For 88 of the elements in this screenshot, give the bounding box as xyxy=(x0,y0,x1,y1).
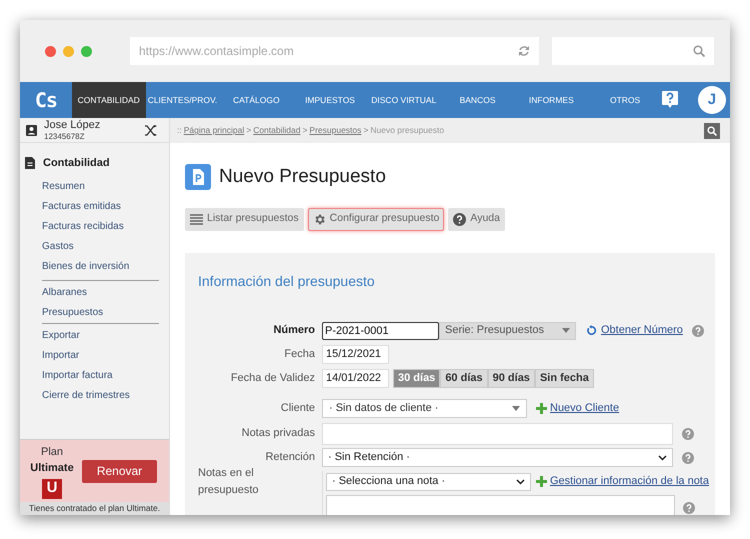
toolbar-button[interactable]: Configurar presupuesto xyxy=(308,208,444,230)
validity-option[interactable]: 90 días xyxy=(488,369,535,388)
sidebar-link[interactable]: Importar factura xyxy=(42,368,113,383)
user-id: 12345678Z xyxy=(44,132,86,140)
help-icon[interactable] xyxy=(662,91,678,109)
retention-select[interactable]: · Sin Retención · xyxy=(322,448,673,467)
nav-tab[interactable]: CLIENTES/PROV. xyxy=(146,82,220,118)
nav-tab[interactable]: CONTABILIDAD xyxy=(72,82,146,118)
breadcrumb-separator: > xyxy=(246,124,252,137)
sidebar-link[interactable]: Bienes de inversión xyxy=(42,259,130,274)
search-icon xyxy=(693,45,705,57)
document-icon xyxy=(25,157,35,170)
chevron-icon xyxy=(658,454,667,460)
breadcrumb-link[interactable]: Contabilidad xyxy=(253,124,300,137)
help-icon[interactable] xyxy=(682,428,694,440)
nav-tab[interactable]: OTROS xyxy=(588,82,662,118)
sidebar-link[interactable]: Gastos xyxy=(42,239,74,254)
new-client-link[interactable]: Nuevo Cliente xyxy=(550,400,620,417)
sidebar-link[interactable]: Resumen xyxy=(42,179,85,194)
breadcrumb-prefix: :: xyxy=(177,124,182,137)
user-name: Jose López xyxy=(44,120,100,130)
nav-tab[interactable]: INFORMES xyxy=(514,82,588,118)
search-button[interactable] xyxy=(704,122,720,138)
nav-tab[interactable]: DISCO VIRTUAL xyxy=(366,82,441,118)
renew-button[interactable]: Renovar xyxy=(82,460,157,482)
shuffle-icon[interactable] xyxy=(145,124,157,136)
manage-note-link[interactable]: Gestionar información de la nota xyxy=(550,473,709,490)
help-icon[interactable] xyxy=(692,324,704,336)
logo[interactable]: Cs xyxy=(34,85,57,115)
nav-tab[interactable]: CATÁLOGO xyxy=(219,82,294,118)
field-label: Cliente xyxy=(280,401,315,416)
page-title: Nuevo Presupuesto xyxy=(219,165,386,189)
help-icon xyxy=(453,212,466,226)
validity-option[interactable]: 60 días xyxy=(440,369,488,388)
breadcrumb-current: Nuevo presupuesto xyxy=(370,124,444,137)
toolbar-button[interactable]: Ayuda xyxy=(448,208,505,230)
field-label: Número xyxy=(273,323,315,338)
field-label: Fecha de Validez xyxy=(230,371,315,386)
sidebar-link[interactable]: Presupuestos xyxy=(42,305,104,320)
note-textarea[interactable] xyxy=(326,494,675,515)
client-select[interactable]: · Sin datos de cliente · xyxy=(322,399,527,418)
section-title: Contabilidad xyxy=(43,156,110,171)
date-input[interactable]: 14/01/2022 xyxy=(322,369,389,388)
sidebar-link[interactable]: Importar xyxy=(42,348,80,363)
sidebar-link[interactable]: Albaranes xyxy=(42,285,88,300)
plan-note: Tienes contratado el plan Ultimate. xyxy=(20,502,169,515)
obtain-number-link[interactable]: Obtener Número xyxy=(601,322,683,339)
sidebar-link[interactable]: Cierre de trimestres xyxy=(42,388,130,403)
sidebar-link[interactable]: Facturas emitidas xyxy=(42,199,121,214)
breadcrumb-separator: > xyxy=(363,124,368,137)
user-icon xyxy=(26,124,37,136)
plan-badge: U xyxy=(42,478,62,498)
chevron-icon xyxy=(516,478,525,484)
settings-icon xyxy=(312,212,326,226)
help-icon[interactable] xyxy=(683,502,695,514)
breadcrumb-link[interactable]: Presupuestos xyxy=(309,124,362,137)
toolbar-button[interactable]: Listar presupuestos xyxy=(185,208,304,230)
sidebar-link[interactable]: Facturas recibidas xyxy=(42,219,124,234)
plan-label: Plan xyxy=(40,444,64,460)
sidebar-link[interactable]: Exportar xyxy=(42,328,80,343)
series-select[interactable]: Serie: Presupuestos xyxy=(439,322,576,340)
validity-option[interactable]: Sin fecha xyxy=(534,369,594,388)
field-label: Retención xyxy=(265,450,315,466)
plan-name: Ultimate xyxy=(30,461,74,476)
plus-icon xyxy=(536,476,547,487)
form-title: Información del presupuesto xyxy=(198,272,376,291)
caret-icon xyxy=(512,406,520,411)
list-icon xyxy=(190,214,203,224)
number-input[interactable]: P-2021-0001 xyxy=(322,322,439,340)
nav-tab[interactable]: BANCOS xyxy=(440,82,514,118)
plus-icon xyxy=(536,403,547,414)
note-select[interactable]: · Selecciona una nota · xyxy=(326,472,531,490)
field-label: Notas privadas xyxy=(242,426,315,442)
date-input[interactable]: 15/12/2021 xyxy=(322,345,389,364)
nav-tab[interactable]: IMPUESTOS xyxy=(293,82,367,118)
help-icon[interactable] xyxy=(682,452,694,464)
breadcrumb-link[interactable]: Página principal xyxy=(184,124,244,137)
user-avatar[interactable]: J xyxy=(698,86,726,114)
caret-icon xyxy=(562,328,570,333)
search-field[interactable] xyxy=(552,37,714,65)
validity-option[interactable]: 30 días xyxy=(393,369,440,388)
reload-icon[interactable] xyxy=(518,45,530,57)
budget-document-icon xyxy=(185,164,211,190)
refresh-icon xyxy=(586,325,597,336)
search-icon xyxy=(707,126,717,136)
field-label: Fecha xyxy=(284,347,315,362)
field-label: Notas en el presupuesto xyxy=(198,466,260,498)
breadcrumb-separator: > xyxy=(302,124,308,137)
